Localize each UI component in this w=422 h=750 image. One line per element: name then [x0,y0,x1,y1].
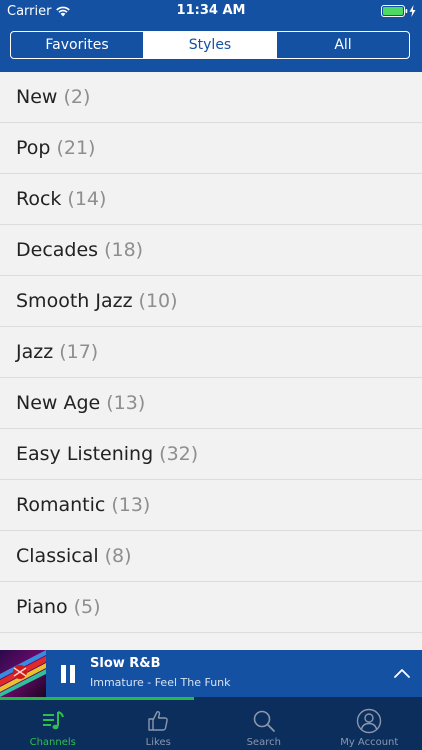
tab-search[interactable]: Search [211,700,317,750]
chevron-up-icon[interactable] [392,664,412,684]
list-item-count: (5) [73,596,101,618]
styles-list: New (2) Pop (21) Rock (14) Decades (18) … [0,72,422,650]
list-item-name: Classical [16,545,99,567]
list-item-name: Smooth Jazz [16,290,133,312]
tab-label: Search [246,737,281,748]
status-right [381,5,416,17]
list-item-name: Piano [16,596,68,618]
now-playing-track: Immature - Feel The Funk [90,676,231,689]
list-item-count: (13) [106,392,146,414]
list-item-name: Rock [16,188,62,210]
list-item-count: (21) [56,137,96,159]
list-item-name: Easy Listening [16,443,154,465]
list-item-name: New [16,86,58,108]
list-item-count: (8) [104,545,132,567]
thumbs-up-icon [148,711,169,731]
search-icon [253,710,275,732]
list-item-count: (32) [159,443,199,465]
battery-icon [381,5,408,17]
album-art-image [0,650,46,697]
tab-channels[interactable]: Channels [0,700,106,750]
list-item-count: (2) [63,86,91,108]
status-bar: Carrier 11:34 AM [0,0,422,22]
tab-likes[interactable]: Likes [106,700,212,750]
music-list-icon [42,711,64,730]
list-item-count: (14) [67,188,107,210]
album-art[interactable] [0,650,46,697]
segmented-control: Favorites Styles All [10,31,410,59]
list-item-count: (10) [138,290,178,312]
now-playing-station: Slow R&B [90,656,161,671]
tab-label: My Account [340,737,399,748]
charging-bolt-icon [409,5,416,17]
now-playing-bar[interactable]: Slow R&B Immature - Feel The Funk [0,650,422,697]
list-item-name: Decades [16,239,99,261]
tab-my-account[interactable]: My Account [317,700,422,750]
segment-styles[interactable]: Styles [143,32,276,58]
list-item[interactable]: New (2) [0,72,422,123]
tab-label: Likes [145,737,171,748]
list-item[interactable]: Pop (21) [0,123,422,174]
list-item[interactable]: Jazz (17) [0,327,422,378]
list-item[interactable]: Rock (14) [0,174,422,225]
pause-button[interactable] [56,662,80,686]
list-item-name: Pop [16,137,51,159]
tab-label: Channels [29,737,76,748]
list-item[interactable]: Decades (18) [0,225,422,276]
list-item-count: (17) [59,341,99,363]
list-item[interactable]: Smooth Jazz (10) [0,276,422,327]
account-icon [357,708,382,734]
list-item[interactable]: Piano (5) [0,582,422,633]
list-item-count: (13) [111,494,151,516]
list-item[interactable]: Easy Listening (32) [0,429,422,480]
header: Carrier 11:34 AM Favorites Styles All [0,0,422,72]
list-item[interactable]: New Age (13) [0,378,422,429]
segment-favorites[interactable]: Favorites [11,32,143,58]
list-item[interactable]: Romantic (13) [0,480,422,531]
list-item-count: (18) [104,239,144,261]
list-item-name: Jazz [16,341,54,363]
list-item-name: Romantic [16,494,106,516]
status-time: 11:34 AM [176,3,246,18]
segment-all[interactable]: All [276,32,409,58]
tab-bar: Channels Likes Search My Account [0,700,422,750]
list-item-name: New Age [16,392,101,414]
list-item[interactable]: Classical (8) [0,531,422,582]
